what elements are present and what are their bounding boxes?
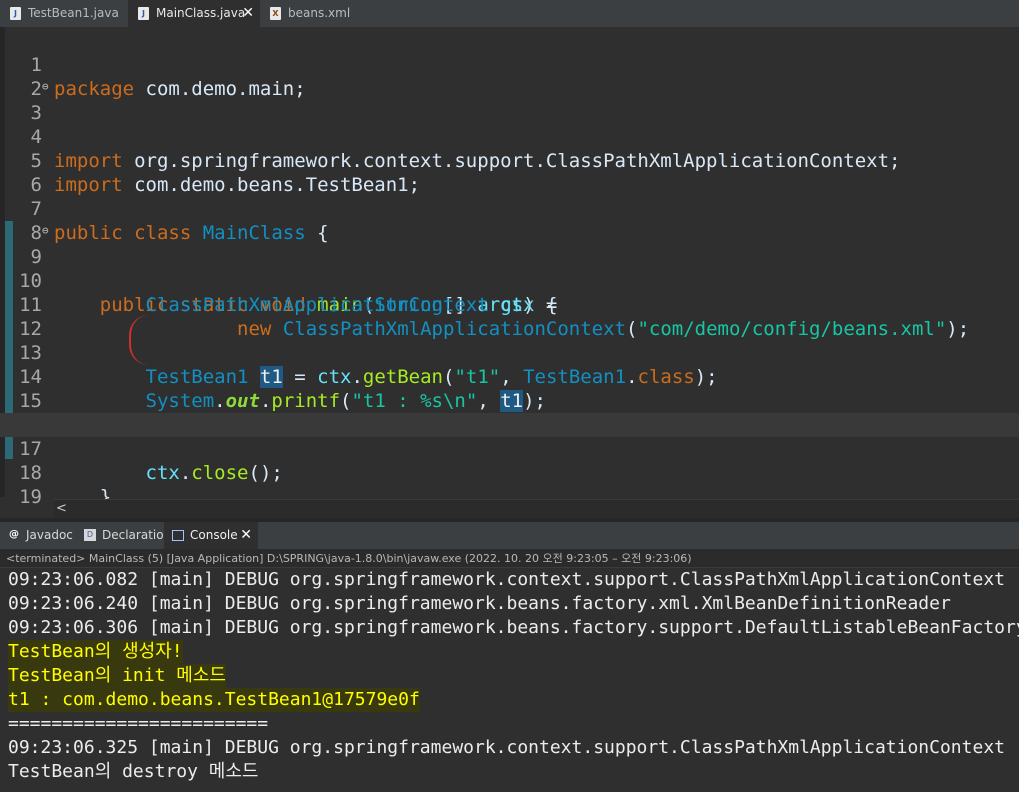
declaration-icon: D [84, 529, 96, 541]
console-line: 09:23:06.240 [main] DEBUG org.springfram… [8, 593, 951, 614]
close-icon[interactable]: ✕ [240, 522, 252, 549]
tab-declaration[interactable]: D Declaration [76, 522, 171, 549]
tab-label: Declaration [102, 528, 172, 542]
console-line: t1 : com.demo.beans.TestBean1@17579e0f [8, 688, 420, 712]
xml-file-icon: X [270, 7, 281, 20]
console-line: TestBean의 init 메소드 [8, 664, 226, 688]
console-line: 09:23:06.325 [main] DEBUG org.springfram… [8, 737, 1005, 758]
console-line: 09:23:06.082 [main] DEBUG org.springfram… [8, 569, 1005, 590]
tab-label: MainClass.java [156, 6, 246, 20]
code-editor[interactable]: 1 package com.demo.main; 2 3 ⊖ import or… [0, 27, 1019, 532]
tab-label: Javadoc [26, 528, 73, 542]
scroll-left-arrow-icon[interactable]: < [56, 500, 67, 518]
view-tab-bar: @ Javadoc D Declaration Console ✕ [0, 522, 1019, 549]
console-icon [172, 530, 184, 541]
code-line-15: 15 System.out.println("=================… [0, 365, 1019, 436]
java-file-icon: J [10, 7, 21, 20]
code-line-17: 17 ctx.close(); [0, 413, 1019, 484]
annotation-bracket [129, 315, 153, 365]
line-number: 19 [19, 486, 42, 508]
code-line-3: 3 ⊖ import org.springframework.context.s… [0, 75, 1019, 172]
tab-beans-xml[interactable]: X beans.xml [260, 0, 360, 27]
console-line: 09:23:06.306 [main] DEBUG org.springfram… [8, 617, 1019, 638]
tab-console[interactable]: Console ✕ [164, 522, 258, 549]
at-icon: @ [9, 529, 19, 540]
java-file-icon: J [138, 7, 149, 20]
tab-label: TestBean1.java [28, 6, 119, 20]
tab-mainclass-java[interactable]: J MainClass.java ✕ [128, 0, 260, 27]
tab-label: beans.xml [288, 6, 351, 20]
fold-collapse-icon[interactable]: ⊖ [42, 219, 49, 243]
code-line-11: 11 new ClassPathXmlApplicationContext("c… [0, 269, 1019, 340]
fold-collapse-icon[interactable]: ⊖ [42, 75, 49, 99]
code-line-19: 19 } [0, 461, 1019, 532]
close-icon[interactable]: ✕ [242, 0, 254, 27]
code-line-5: 5 import com.demo.beans.TestBean1; [0, 125, 1019, 196]
code-line-16: 16 [0, 389, 1019, 436]
console-status: <terminated> MainClass (5) [Java Applica… [0, 549, 1019, 568]
console-line: ======================== [8, 713, 269, 734]
code-line-1: 1 package com.demo.main; [0, 29, 1019, 100]
tab-javadoc[interactable]: @ Javadoc [0, 522, 76, 549]
console-output[interactable]: 09:23:06.082 [main] DEBUG org.springfram… [0, 568, 1019, 792]
horizontal-scrollbar[interactable]: < [54, 499, 1019, 518]
console-line: TestBean의 생성자! [8, 640, 183, 664]
code-line-7: 7 public class MainClass { [0, 173, 1019, 244]
code-line-12: 12 [0, 293, 1019, 340]
console-line: TestBean의 destroy 메소드 [8, 761, 259, 782]
tab-label: Console [190, 528, 238, 542]
tab-testbean1-java[interactable]: J TestBean1.java [0, 0, 128, 27]
code-line-9: 9 ⊖ public static void main(String[] arg… [0, 219, 1019, 316]
code-line-18: 18 } [0, 437, 1019, 508]
editor-tab-bar: J TestBean1.java J MainClass.java ✕ X be… [0, 0, 1019, 28]
code-line-6: 6 [0, 149, 1019, 196]
code-line-2: 2 [0, 53, 1019, 100]
code-line-8: 8 [0, 197, 1019, 244]
code-line-10: 10 ClassPathXmlApplicationContext ctx = [0, 245, 1019, 316]
code-line-4: 4 [0, 101, 1019, 148]
